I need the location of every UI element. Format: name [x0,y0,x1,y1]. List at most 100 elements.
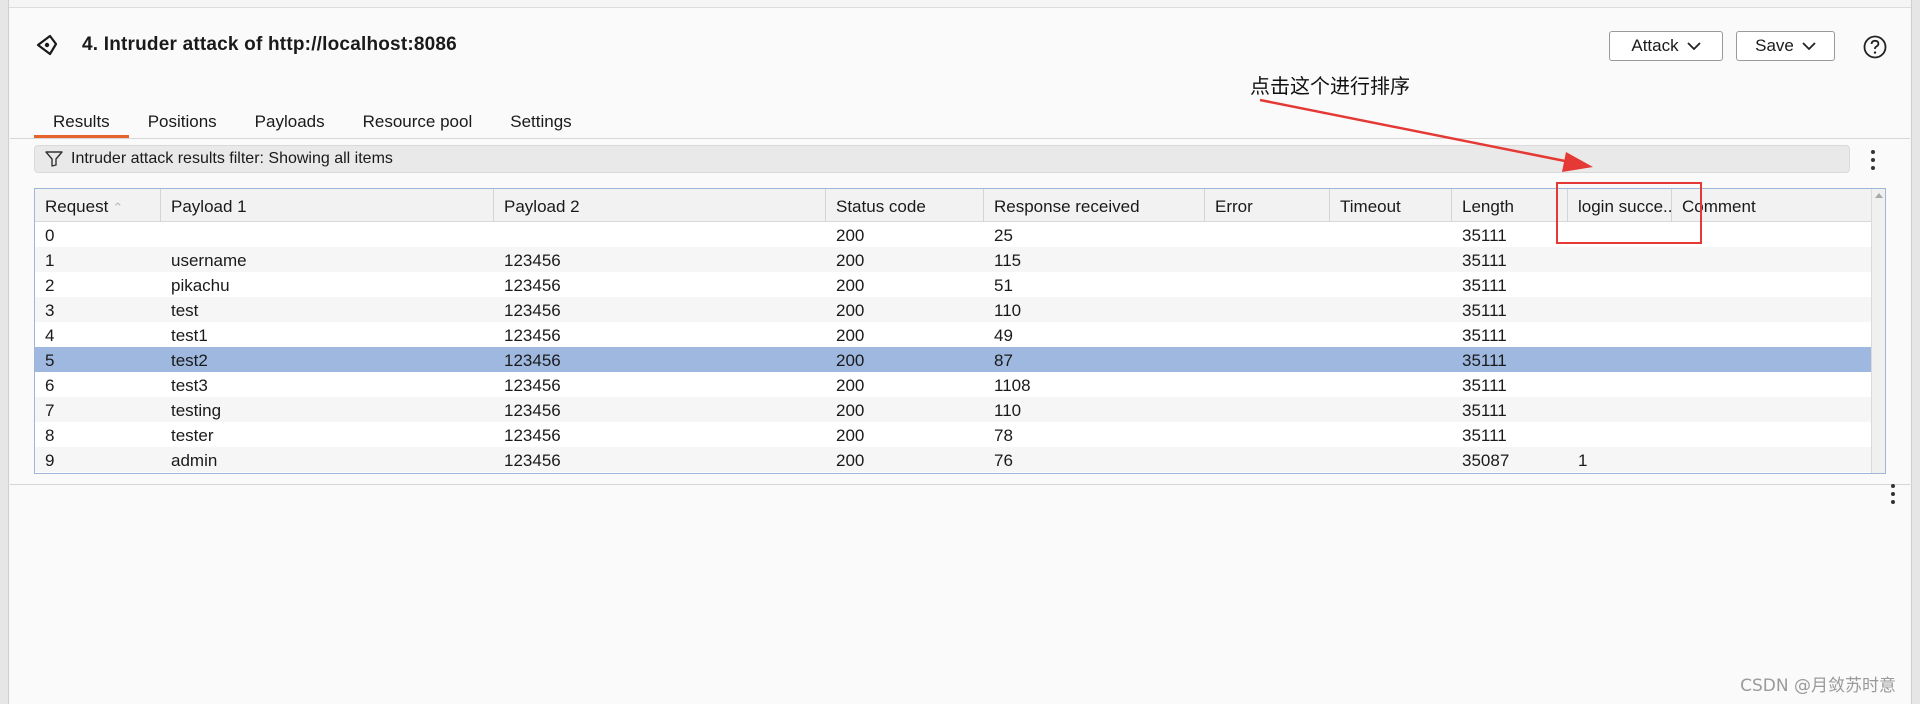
column-header-login-success[interactable]: login succe... [1568,189,1672,222]
table-row[interactable]: 0 200 25 35111 [35,222,1871,247]
cell-response-received: 110 [994,301,1022,320]
cell-payload-1: test1 [171,326,208,345]
cell-payload-1: pikachu [171,276,230,295]
cell-payload-2: 123456 [504,401,561,420]
results-filter-bar[interactable]: Intruder attack results filter: Showing … [34,145,1850,173]
header: 4. Intruder attack of http://localhost:8… [10,8,1910,88]
cell-length: 35111 [1462,351,1507,370]
cell-response-received: 76 [994,451,1013,470]
tab-payloads[interactable]: Payloads [236,104,344,138]
cell-response-received: 115 [994,251,1022,270]
cell-payload-2: 123456 [504,376,561,395]
cell-response-received: 1108 [994,376,1031,395]
cell-status-code: 200 [836,351,865,370]
cell-status-code: 200 [836,251,865,270]
sort-ascending-icon: ⌃ [112,200,124,215]
table-row[interactable]: 1 username 123456 200 115 35111 [35,247,1871,272]
funnel-icon [45,151,63,167]
table-row[interactable]: 5 test2 123456 200 87 35111 [35,347,1871,372]
cell-response-received: 78 [994,426,1013,445]
table-row[interactable]: 9 admin 123456 200 76 35087 1 [35,447,1871,472]
cell-length: 35087 [1462,451,1510,470]
cell-payload-1: test2 [171,351,208,370]
column-header-payload-1[interactable]: Payload 1 [161,189,494,222]
table-row[interactable]: 2 pikachu 123456 200 51 35111 [35,272,1871,297]
column-header-comment[interactable]: Comment [1672,189,1872,222]
help-icon[interactable] [1862,34,1888,60]
panel-divider [10,484,1910,485]
table-row[interactable]: 4 test1 123456 200 49 35111 [35,322,1871,347]
column-header-error[interactable]: Error [1205,189,1330,222]
cell-payload-2: 123456 [504,301,561,320]
page-title: 4. Intruder attack of http://localhost:8… [82,34,457,55]
chevron-down-icon [1686,41,1701,50]
cell-length: 35111 [1462,426,1507,445]
cell-payload-2: 123456 [504,426,561,445]
tab-results[interactable]: Results [34,104,129,138]
cell-payload-1: testing [171,401,222,420]
cell-status-code: 200 [836,401,865,420]
save-button[interactable]: Save [1736,31,1835,61]
more-vertical-icon[interactable] [1870,150,1876,170]
column-header-payload-2[interactable]: Payload 2 [494,189,826,222]
tab-resource-pool[interactable]: Resource pool [344,104,492,138]
save-button-label: Save [1755,36,1794,55]
table-row[interactable]: 7 testing 123456 200 110 35111 [35,397,1871,422]
column-header-status-code[interactable]: Status code [826,189,984,222]
cell-length: 35111 [1462,226,1507,245]
table-row[interactable]: 3 test 123456 200 110 35111 [35,297,1871,322]
cell-status-code: 200 [836,226,865,245]
table-body: 0 200 25 35111 1 username 123456 200 115 35111 2 pi… [35,222,1871,472]
cell-payload-1: tester [171,426,214,445]
cell-payload-2: 123456 [504,351,561,370]
table-scrollbar[interactable] [1871,189,1885,473]
cell-payload-1: admin [171,451,218,470]
cell-length: 35111 [1462,301,1507,320]
cell-length: 35111 [1462,376,1507,395]
tab-bar: Results Positions Payloads Resource pool… [34,104,591,138]
cell-response-received: 51 [994,276,1013,295]
cell-length: 35111 [1462,276,1507,295]
table-row[interactable]: 8 tester 123456 200 78 35111 [35,422,1871,447]
column-header-length[interactable]: Length [1452,189,1568,222]
column-header-request[interactable]: Request ⌃ [35,189,161,222]
cell-status-code: 200 [836,326,865,345]
tab-settings[interactable]: Settings [491,104,590,138]
cell-length: 35111 [1462,251,1507,270]
scroll-up-arrow-icon[interactable] [1875,193,1883,198]
cell-request: 5 [45,351,55,370]
tabs-divider [10,138,1910,139]
cell-response-received: 25 [994,226,1013,245]
attack-button[interactable]: Attack [1609,31,1723,61]
cell-payload-1: test [171,301,199,320]
cell-payload-2: 123456 [504,451,561,470]
table-row[interactable]: 6 test3 123456 200 1108 35111 [35,372,1871,397]
intruder-attack-window: 4. Intruder attack of http://localhost:8… [10,8,1910,704]
attack-button-label: Attack [1631,36,1679,55]
watermark: CSDN @月敛苏时意 [1740,676,1896,696]
cell-login-success: 1 [1578,451,1588,470]
cell-payload-1: username [171,251,247,270]
cell-status-code: 200 [836,276,865,295]
right-window-edge [1911,0,1920,704]
cell-request: 7 [45,401,55,420]
cell-status-code: 200 [836,301,865,320]
left-window-edge [0,0,9,704]
cell-response-received: 87 [994,351,1013,370]
cell-status-code: 200 [836,376,865,395]
cell-payload-2: 123456 [504,251,561,270]
cell-status-code: 200 [836,451,865,470]
cell-response-received: 110 [994,401,1022,420]
table-header: Request ⌃ Payload 1 Payload 2 Status code… [35,189,1871,222]
cell-payload-2: 123456 [504,276,561,295]
cell-status-code: 200 [836,426,865,445]
cell-length: 35111 [1462,401,1507,420]
chevron-down-icon [1802,41,1816,50]
more-vertical-icon[interactable] [1890,484,1896,504]
column-header-timeout[interactable]: Timeout [1330,189,1452,222]
annotation-text: 点击这个进行排序 [1250,74,1410,98]
tab-positions[interactable]: Positions [129,104,236,138]
cell-request: 8 [45,426,55,445]
column-header-response-received[interactable]: Response received [984,189,1205,222]
cell-request: 4 [45,326,55,345]
